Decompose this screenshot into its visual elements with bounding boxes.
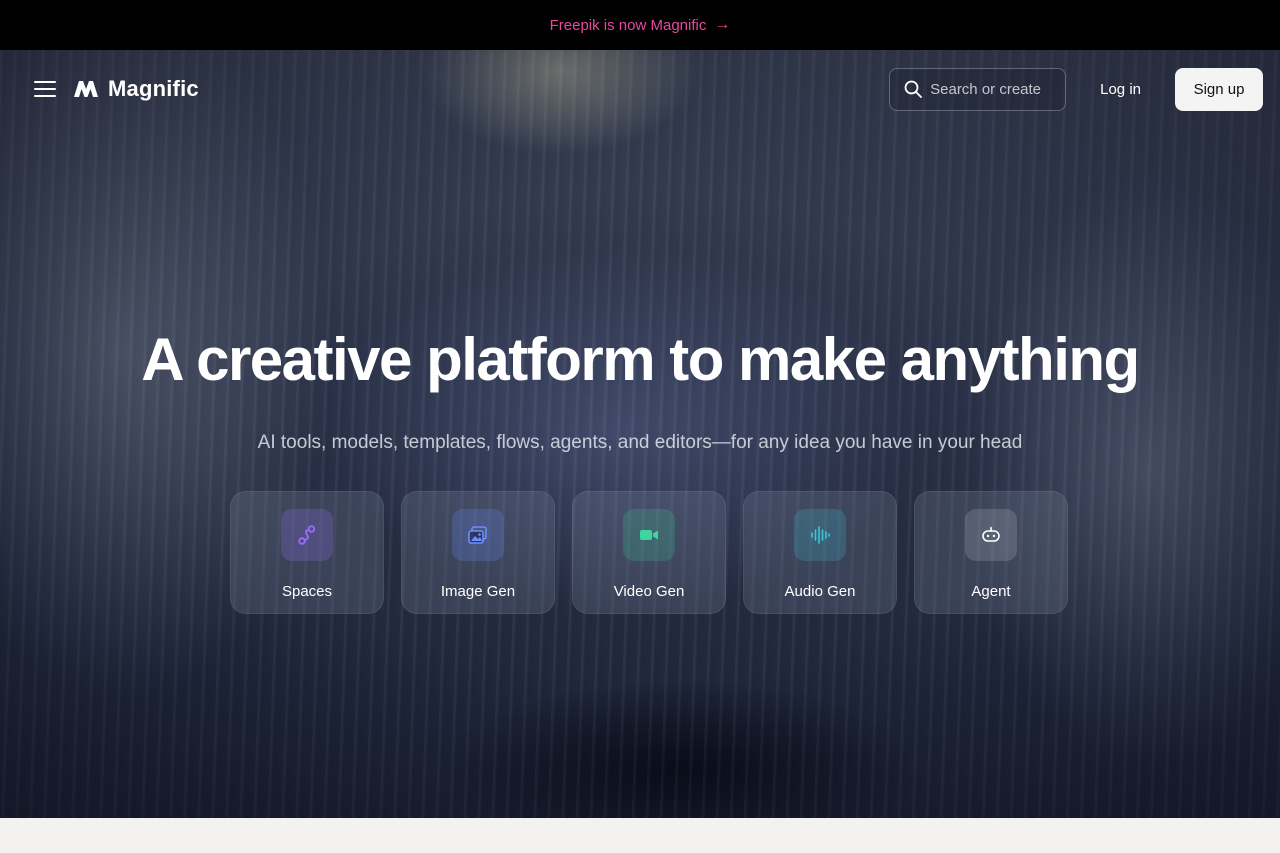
login-link[interactable]: Log in [1100, 81, 1141, 98]
search-input[interactable] [930, 80, 1051, 98]
tool-label: Image Gen [440, 583, 516, 600]
tool-card-audio-gen[interactable]: Audio Gen [743, 491, 897, 614]
hamburger-menu-icon[interactable] [34, 81, 56, 97]
audio-gen-icon [794, 509, 846, 561]
nav-actions: Log in Sign up [889, 67, 1263, 111]
brand-logo[interactable]: Magnific [73, 76, 199, 102]
brand-name: Magnific [108, 76, 199, 101]
tool-card-image-gen[interactable]: Image Gen [401, 491, 555, 614]
tool-label: Video Gen [613, 583, 685, 600]
magnific-logo-icon [74, 81, 98, 97]
arrow-right-icon: → [714, 16, 731, 33]
search-icon [904, 80, 923, 98]
tool-card-spaces[interactable]: Spaces [230, 491, 384, 614]
video-gen-icon [623, 509, 675, 561]
agent-icon [965, 509, 1017, 561]
top-navigation: Magnific Log in Sign up [0, 50, 1280, 128]
search-box[interactable] [889, 67, 1067, 111]
announcement-text: Freepik is now Magnific [549, 16, 707, 34]
page-content-start [0, 818, 1280, 853]
tool-card-video-gen[interactable]: Video Gen [572, 491, 726, 614]
tool-label: Spaces [281, 583, 333, 600]
tool-label: Agent [971, 583, 1011, 600]
image-gen-icon [452, 509, 504, 561]
tool-cards: Spaces Image Gen Video Gen Audio Gen Age… [230, 491, 1068, 614]
tool-label: Audio Gen [784, 583, 856, 600]
announcement-banner[interactable]: Freepik is now Magnific → [0, 0, 1280, 50]
spaces-icon [281, 509, 333, 561]
tool-card-agent[interactable]: Agent [914, 491, 1068, 614]
signup-button[interactable]: Sign up [1175, 67, 1263, 111]
hero-headline: A creative platform to make anything [141, 326, 1140, 393]
hero-subheadline: AI tools, models, templates, flows, agen… [257, 432, 1023, 453]
